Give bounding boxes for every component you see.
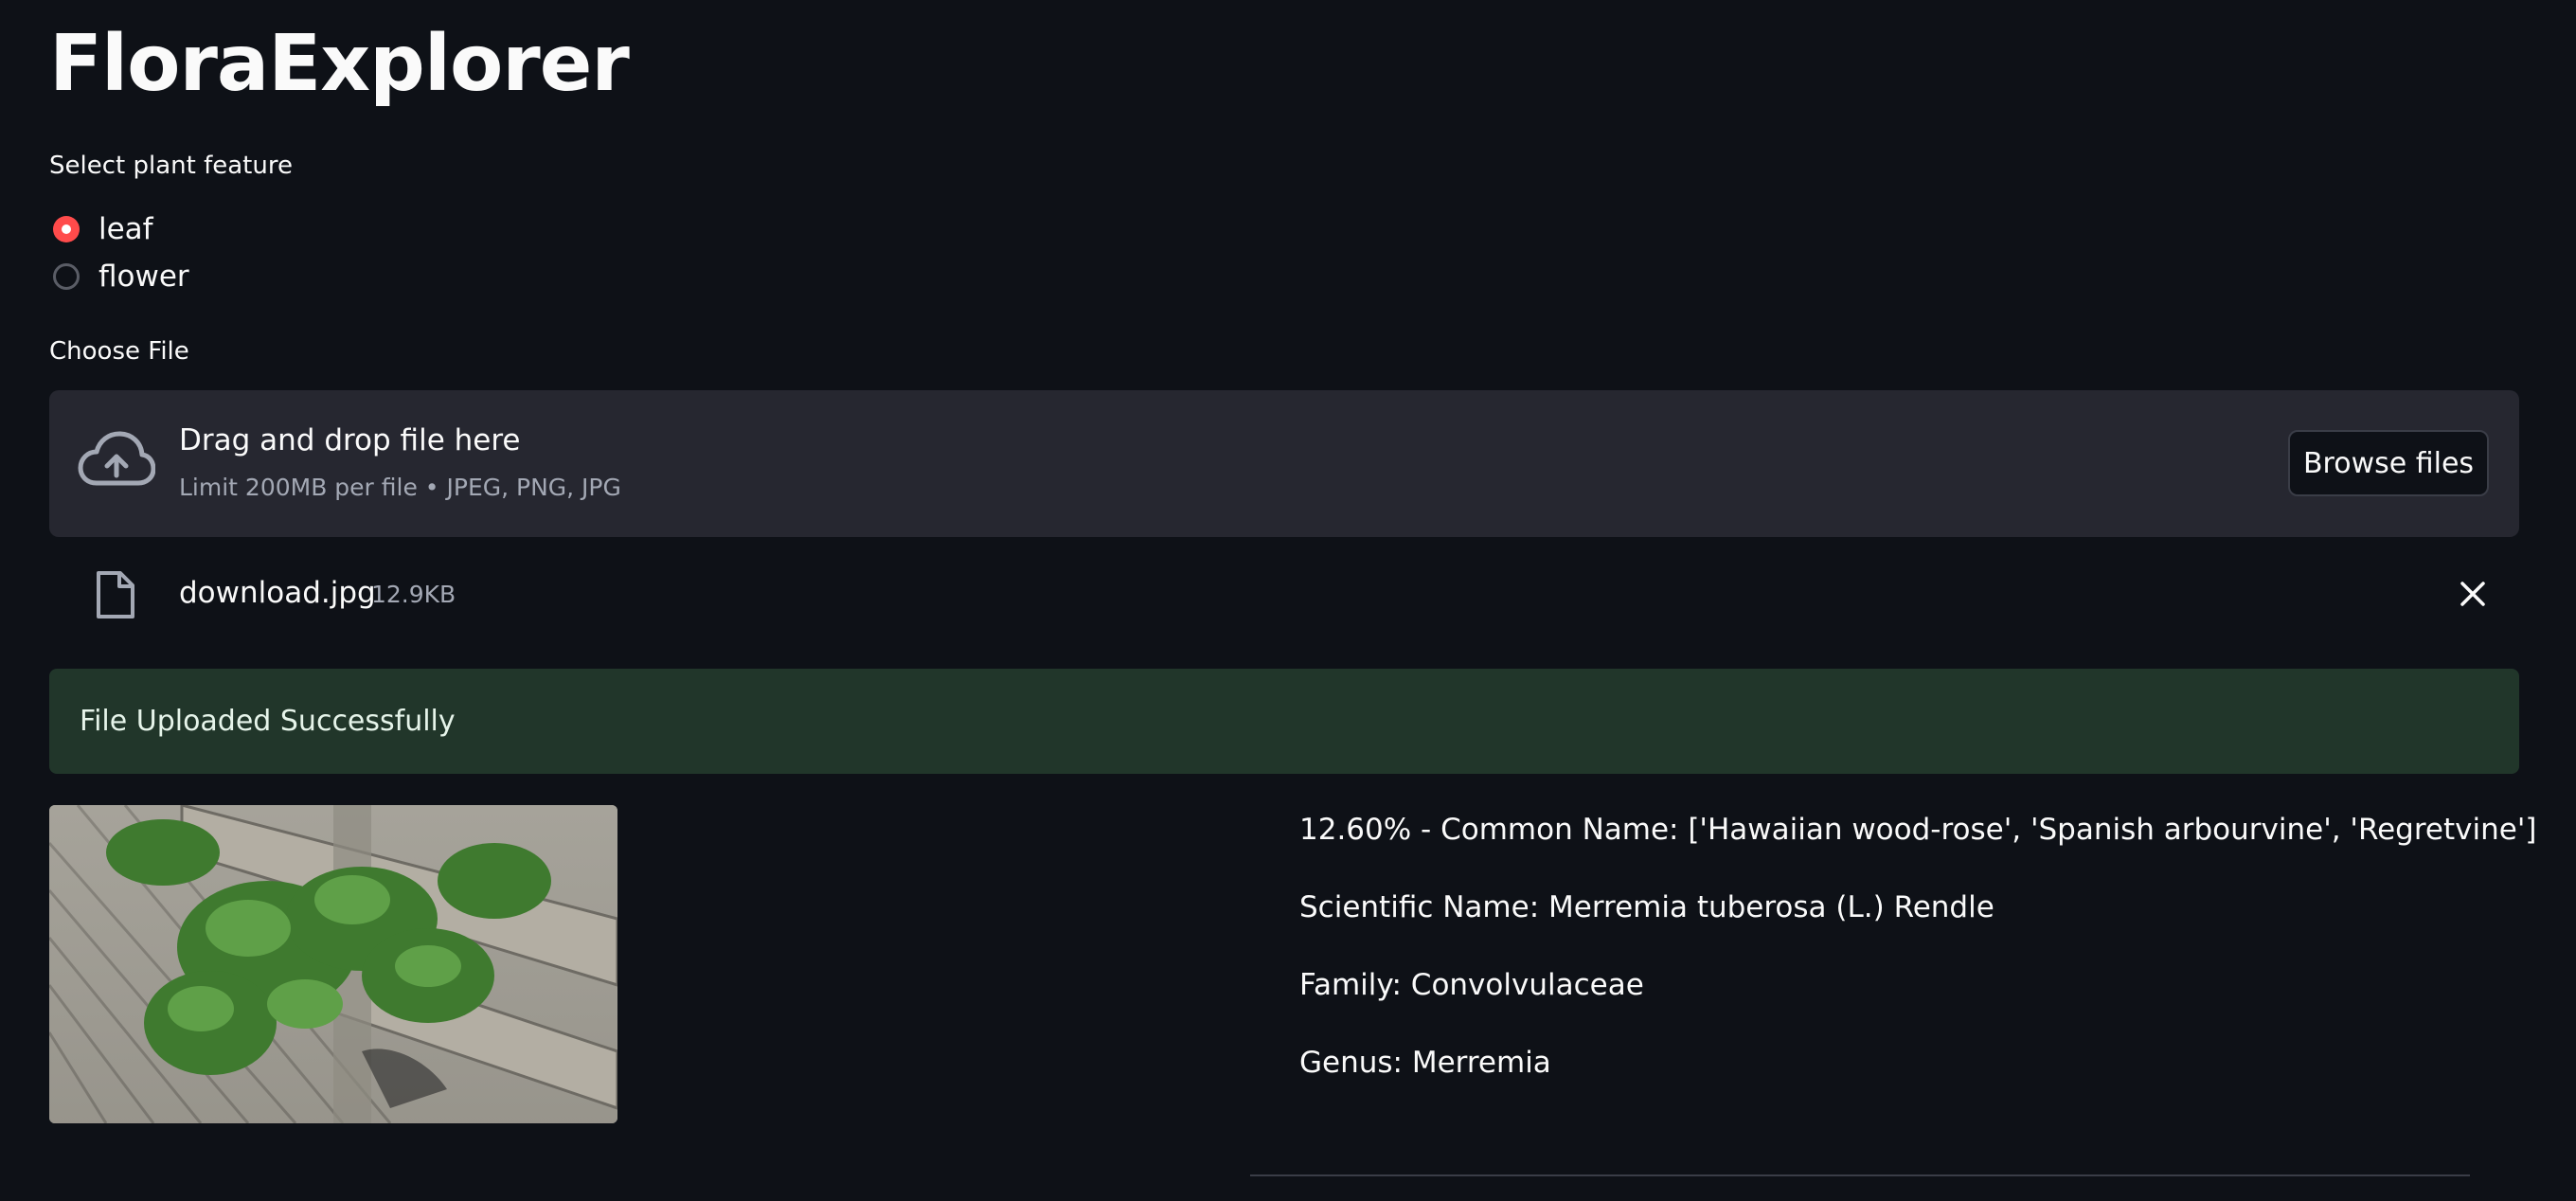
uploaded-file-size: 12.9KB [371, 581, 456, 608]
prediction-genus: Genus: Merremia [1299, 1046, 1551, 1080]
file-uploader-label: Choose File [49, 337, 189, 366]
radio-label-leaf: leaf [98, 212, 153, 246]
success-alert: File Uploaded Successfully [49, 669, 2519, 774]
radio-unchecked-icon[interactable] [53, 263, 80, 290]
dropzone-limit-text: Limit 200MB per file • JPEG, PNG, JPG [179, 474, 621, 501]
uploaded-file-item: download.jpg 12.9KB [49, 557, 2519, 633]
radio-option-leaf[interactable]: leaf [53, 210, 153, 248]
file-dropzone[interactable]: Drag and drop file here Limit 200MB per … [49, 390, 2519, 537]
file-icon [97, 571, 134, 618]
feature-select-label: Select plant feature [49, 152, 293, 180]
success-message: File Uploaded Successfully [80, 705, 456, 738]
prediction-common-name: 12.60% - Common Name: ['Hawaiian wood-ro… [1299, 813, 2537, 847]
radio-option-flower[interactable]: flower [53, 258, 189, 296]
radio-checked-icon[interactable] [53, 216, 80, 242]
radio-label-flower: flower [98, 260, 189, 294]
prediction-family: Family: Convolvulaceae [1299, 968, 1644, 1002]
plant-photo [49, 805, 617, 1123]
uploaded-plant-image [49, 805, 617, 1123]
page-title: FloraExplorer [49, 19, 630, 109]
prediction-scientific-name: Scientific Name: Merremia tuberosa (L.) … [1299, 890, 1995, 924]
cloud-upload-icon [78, 431, 155, 486]
uploaded-file-name: download.jpg [179, 576, 376, 610]
dropzone-instructions: Drag and drop file here [179, 423, 521, 457]
browse-files-button[interactable]: Browse files [2288, 430, 2489, 496]
results-divider [1250, 1174, 2470, 1176]
close-icon[interactable] [2457, 578, 2489, 610]
